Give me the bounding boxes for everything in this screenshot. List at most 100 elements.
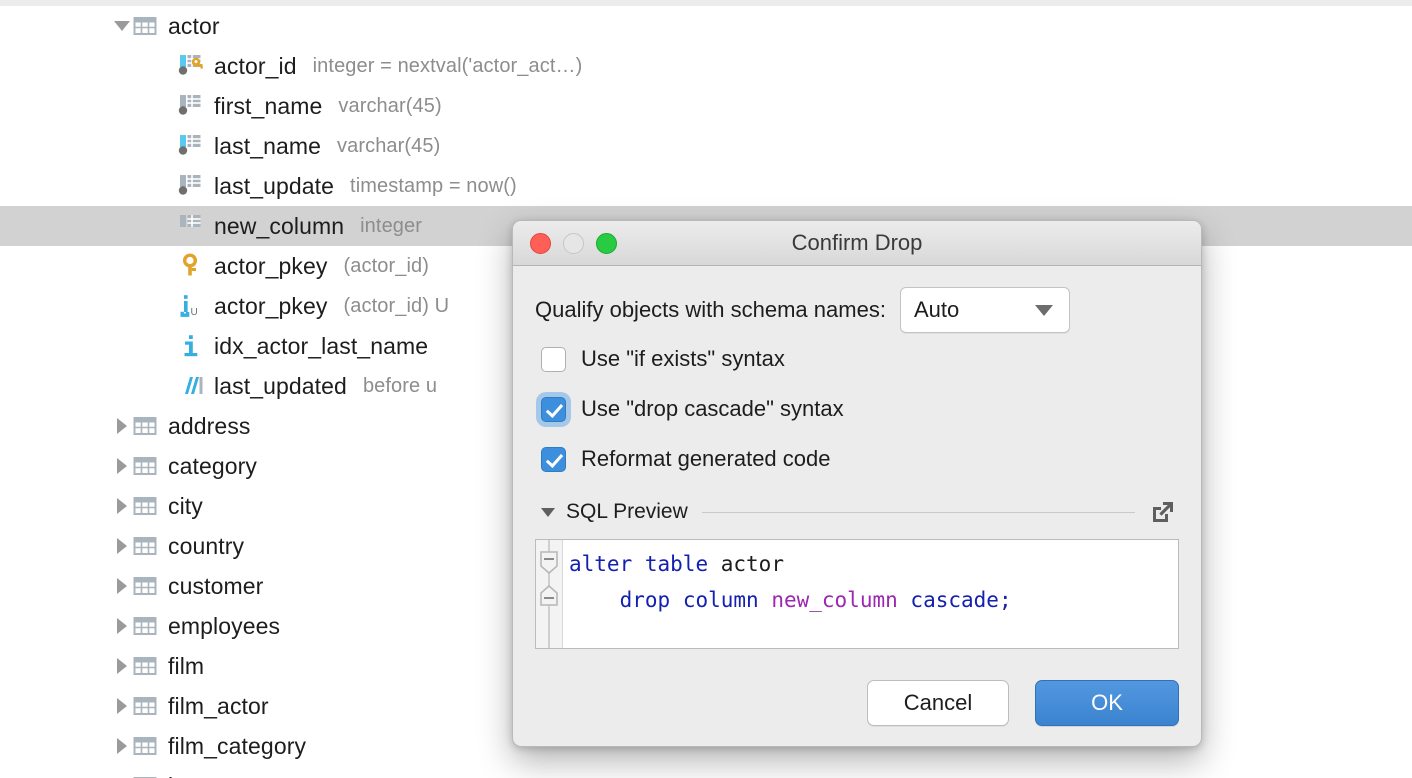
zoom-button[interactable] — [596, 233, 617, 254]
sql-object-actor: actor — [721, 552, 784, 576]
tree-row-label: new_column — [214, 213, 344, 240]
column-icon — [178, 93, 204, 119]
twisty-spacer — [112, 366, 132, 406]
tree-row[interactable]: first_namevarchar(45) — [0, 86, 1412, 126]
trigger-icon — [178, 373, 204, 399]
tree-row[interactable]: last_update timestamp = now() — [0, 166, 1412, 206]
tree-row-meta: (actor_id) U — [344, 295, 450, 318]
open-in-new-window-icon[interactable] — [1149, 498, 1177, 526]
tree-row-label: last_update — [214, 173, 334, 200]
tree-row[interactable]: last_namevarchar(45) — [0, 126, 1412, 166]
table-icon — [132, 653, 158, 679]
chevron-right-icon[interactable] — [112, 486, 132, 526]
editor-gutter[interactable] — [536, 540, 563, 648]
tree-row-label: film — [168, 653, 204, 680]
cancel-button[interactable]: Cancel — [867, 680, 1009, 726]
tree-row[interactable]: inventory — [0, 766, 1412, 778]
table-icon — [132, 733, 158, 759]
checkbox-if-exists[interactable]: Use "if exists" syntax — [535, 334, 1179, 384]
tree-row-label: category — [168, 453, 257, 480]
tree-row-label: actor_id — [214, 53, 297, 80]
sql-keyword-drop: drop — [620, 588, 671, 612]
chevron-right-icon[interactable] — [112, 726, 132, 766]
index-unique-icon: U — [178, 293, 204, 319]
twisty-spacer — [112, 286, 132, 326]
table-icon — [132, 773, 158, 778]
tree-row-label: city — [168, 493, 203, 520]
table-icon — [132, 13, 158, 39]
table-icon — [132, 533, 158, 559]
sql-preview-header[interactable]: SQL Preview — [535, 490, 1179, 534]
sql-column-name: new_column — [771, 588, 897, 612]
twisty-spacer — [112, 246, 132, 286]
tree-row-label: actor_pkey — [214, 293, 328, 320]
tree-row[interactable]: actor_id integer = nextval('actor_act…) — [0, 46, 1412, 86]
chevron-down-icon[interactable] — [112, 6, 132, 46]
ok-button[interactable]: OK — [1035, 680, 1179, 726]
checkbox-drop-cascade[interactable]: Use "drop cascade" syntax — [535, 384, 1179, 434]
column-key-icon — [178, 53, 204, 79]
checkbox-if-exists-label: Use "if exists" syntax — [581, 346, 785, 372]
table-icon — [132, 693, 158, 719]
tree-row-meta: timestamp = now() — [350, 175, 517, 198]
collapse-triangle-icon[interactable] — [541, 508, 555, 517]
sql-code-text[interactable]: alter table actor drop column new_column… — [563, 540, 1012, 648]
key-icon — [178, 253, 204, 279]
confirm-drop-dialog: Confirm Drop Qualify objects with schema… — [512, 220, 1202, 747]
chevron-right-icon[interactable] — [112, 446, 132, 486]
checkbox-drop-cascade-box[interactable] — [541, 397, 566, 422]
chevron-right-icon[interactable] — [112, 646, 132, 686]
checkbox-reformat-code[interactable]: Reformat generated code — [535, 434, 1179, 484]
sql-semicolon: ; — [999, 588, 1012, 612]
twisty-spacer — [112, 206, 132, 246]
chevron-down-icon — [1035, 305, 1053, 316]
sql-preview-title: SQL Preview — [566, 500, 688, 524]
separator-line — [702, 512, 1135, 513]
twisty-spacer — [112, 86, 132, 126]
column-icon — [178, 173, 204, 199]
tree-row-meta: (actor_id) — [344, 255, 429, 278]
table-icon — [132, 413, 158, 439]
chevron-right-icon[interactable] — [112, 686, 132, 726]
table-icon — [132, 613, 158, 639]
tree-row-label: actor_pkey — [214, 253, 328, 280]
tree-row-label: customer — [168, 573, 263, 600]
sql-preview-editor[interactable]: alter table actor drop column new_column… — [535, 539, 1179, 649]
twisty-spacer — [112, 326, 132, 366]
qualify-row: Qualify objects with schema names: Auto — [535, 286, 1179, 334]
column-nullable-icon — [178, 213, 204, 239]
checkbox-reformat-code-box[interactable] — [541, 447, 566, 472]
chevron-right-icon[interactable] — [112, 606, 132, 646]
tree-row-label: film_actor — [168, 693, 269, 720]
sql-keyword-cascade: cascade — [910, 588, 999, 612]
sql-keyword-table: table — [645, 552, 708, 576]
table-icon — [132, 493, 158, 519]
chevron-right-icon[interactable] — [112, 406, 132, 446]
tree-row-label: employees — [168, 613, 280, 640]
index-icon — [178, 333, 204, 359]
chevron-right-icon[interactable] — [112, 526, 132, 566]
checkbox-drop-cascade-label: Use "drop cascade" syntax — [581, 396, 844, 422]
twisty-spacer — [112, 126, 132, 166]
tree-row-label: last_updated — [214, 373, 347, 400]
tree-row-label: address — [168, 413, 251, 440]
tree-row-meta: varchar(45) — [338, 95, 441, 118]
table-icon — [132, 453, 158, 479]
chevron-right-icon[interactable] — [112, 566, 132, 606]
tree-row[interactable]: actor — [0, 6, 1412, 46]
chevron-right-icon[interactable] — [112, 766, 132, 778]
close-button[interactable] — [530, 233, 551, 254]
checkbox-if-exists-box[interactable] — [541, 347, 566, 372]
tree-row-meta: varchar(45) — [337, 135, 440, 158]
tree-row-meta: integer = nextval('actor_act…) — [313, 55, 583, 78]
schema-qualification-select[interactable]: Auto — [900, 287, 1070, 333]
qualify-label: Qualify objects with schema names: — [535, 297, 886, 323]
table-icon — [132, 573, 158, 599]
tree-row-label: country — [168, 533, 244, 560]
dialog-titlebar[interactable]: Confirm Drop — [513, 221, 1201, 266]
tree-row-label: inventory — [168, 773, 262, 778]
window-controls — [530, 221, 617, 265]
tree-row-meta: integer — [360, 215, 422, 238]
sql-keyword-alter: alter — [569, 552, 632, 576]
minimize-button[interactable] — [563, 233, 584, 254]
